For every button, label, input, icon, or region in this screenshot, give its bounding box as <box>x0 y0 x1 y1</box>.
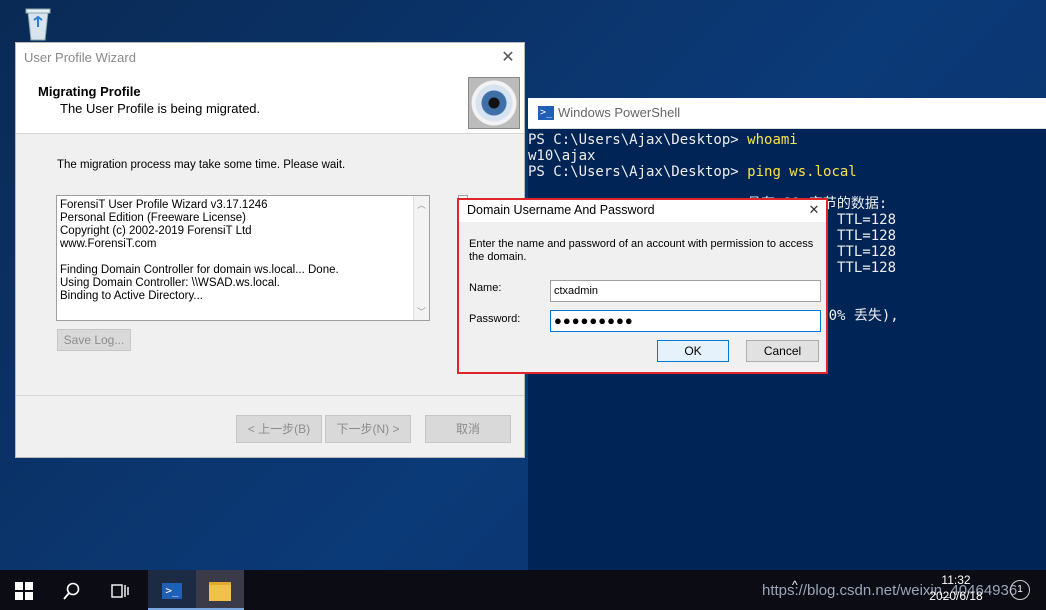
console-text: PS C:\Users\Ajax\Desktop> <box>528 132 748 148</box>
log-line: ForensiT User Profile Wizard v3.17.1246 <box>60 199 268 211</box>
clock-time: 11:32 <box>941 573 971 587</box>
powershell-icon: >_ <box>538 106 554 120</box>
save-log-button[interactable]: Save Log... <box>57 329 131 351</box>
name-field[interactable]: ctxadmin <box>550 280 821 302</box>
ok-button[interactable]: OK <box>657 340 729 362</box>
console-text: PS C:\Users\Ajax\Desktop> <box>528 164 748 180</box>
wizard-header: Migrating Profile The User Profile is be… <box>16 73 524 134</box>
migration-log-textbox[interactable]: ForensiT User Profile Wizard v3.17.1246 P… <box>56 195 430 321</box>
close-icon[interactable]: ✕ <box>496 47 520 69</box>
wizard-header-subtitle: The User Profile is being migrated. <box>60 101 261 116</box>
console-text: w10\ajax <box>528 148 596 164</box>
powershell-titlebar[interactable]: >_ Windows PowerShell <box>528 98 1046 129</box>
log-line: Using Domain Controller: \\WSAD.ws.local… <box>60 277 280 289</box>
name-label: Name: <box>469 282 502 294</box>
wizard-titlebar[interactable]: User Profile Wizard ✕ <box>16 43 524 73</box>
console-command: whoami <box>747 132 798 148</box>
log-line: Finding Domain Controller for domain ws.… <box>60 264 339 276</box>
windows-start-icon[interactable] <box>0 570 48 610</box>
console-line: PS C:\Users\Ajax\Desktop> whoami <box>528 132 798 148</box>
system-clock[interactable]: 11:32 2020/6/18 <box>920 572 992 604</box>
user-profile-wizard-window: User Profile Wizard ✕ Migrating Profile … <box>15 42 525 458</box>
eye-logo-icon <box>468 77 520 129</box>
console-line: PS C:\Users\Ajax\Desktop> ping ws.local <box>528 164 857 180</box>
password-field[interactable]: ●●●●●●●●● <box>550 310 821 332</box>
scroll-up-icon[interactable]: ︿ <box>414 198 429 211</box>
back-button[interactable]: < 上一步(B) <box>236 415 322 443</box>
wizard-message: The migration process may take some time… <box>57 159 346 171</box>
console-line: w10\ajax <box>528 148 595 164</box>
powershell-taskbar-icon[interactable]: >_ <box>148 570 196 610</box>
dialog-titlebar[interactable]: Domain Username And Password ✕ <box>459 200 826 222</box>
dialog-instructions: Enter the name and password of an accoun… <box>469 238 814 263</box>
password-label: Password: <box>469 313 521 325</box>
next-button[interactable]: 下一步(N) > <box>325 415 411 443</box>
log-line: Copyright (c) 2002-2019 ForensiT Ltd <box>60 225 252 237</box>
search-icon[interactable] <box>48 570 96 610</box>
powershell-title: Windows PowerShell <box>558 105 681 120</box>
taskbar: >_ ^ https://blog.csdn.net/weixin_404649… <box>0 570 1046 610</box>
notification-icon[interactable]: 1 <box>1010 580 1030 600</box>
wizard-title: User Profile Wizard <box>24 50 136 65</box>
log-scrollbar[interactable]: ︿ ﹀ <box>413 196 429 320</box>
log-line: www.ForensiT.com <box>60 238 157 250</box>
close-icon[interactable]: ✕ <box>805 201 823 219</box>
scroll-down-icon[interactable]: ﹀ <box>414 305 429 318</box>
console-command: ping ws.local <box>747 164 857 180</box>
recycle-bin-icon[interactable] <box>18 6 58 42</box>
task-view-icon[interactable] <box>96 570 144 610</box>
log-line: Binding to Active Directory... <box>60 290 203 302</box>
wizard-divider <box>16 395 524 396</box>
log-line: Personal Edition (Freeware License) <box>60 212 247 224</box>
cancel-button[interactable]: 取消 <box>425 415 511 443</box>
domain-credentials-dialog: Domain Username And Password ✕ Enter the… <box>457 198 828 374</box>
wizard-header-title: Migrating Profile <box>38 84 141 99</box>
dialog-title: Domain Username And Password <box>467 203 655 217</box>
dialog-cancel-button[interactable]: Cancel <box>746 340 819 362</box>
clock-date: 2020/6/18 <box>929 589 983 603</box>
file-explorer-taskbar-icon[interactable] <box>196 570 244 610</box>
